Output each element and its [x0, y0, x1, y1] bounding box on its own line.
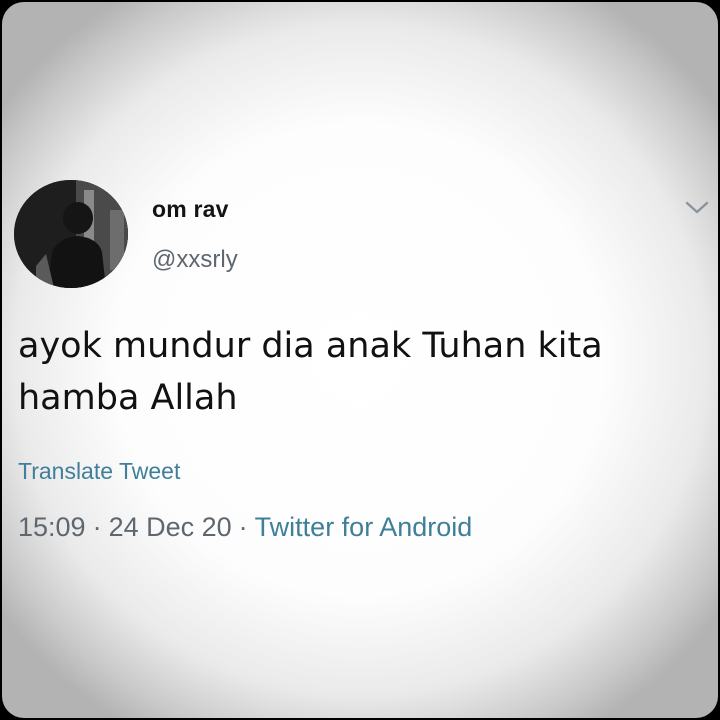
tweet-text: ayok mundur dia anak Tuhan kita hamba Al…	[18, 326, 603, 418]
user-handle[interactable]: @xxsrly	[152, 246, 238, 274]
more-options-button[interactable]	[682, 198, 712, 218]
screenshot-frame: om rav @xxsrly ayok mundur dia anak Tuha…	[0, 0, 720, 720]
separator-dot: ·	[238, 512, 248, 542]
avatar[interactable]	[14, 180, 128, 288]
tweet-time: 15:09	[18, 512, 86, 542]
separator-dot: ·	[92, 512, 102, 542]
display-name[interactable]: om rav	[152, 196, 229, 223]
tweet-card: om rav @xxsrly ayok mundur dia anak Tuha…	[2, 2, 718, 718]
chevron-down-icon	[685, 201, 709, 214]
avatar-photo-icon	[14, 180, 128, 288]
tweet-date[interactable]: 24 Dec 20	[109, 512, 232, 542]
tweet-metadata: 15:09 · 24 Dec 20 · Twitter for Android	[18, 512, 472, 543]
translate-tweet-link[interactable]: Translate Tweet	[18, 458, 180, 485]
tweet-source-link[interactable]: Twitter for Android	[255, 512, 473, 542]
